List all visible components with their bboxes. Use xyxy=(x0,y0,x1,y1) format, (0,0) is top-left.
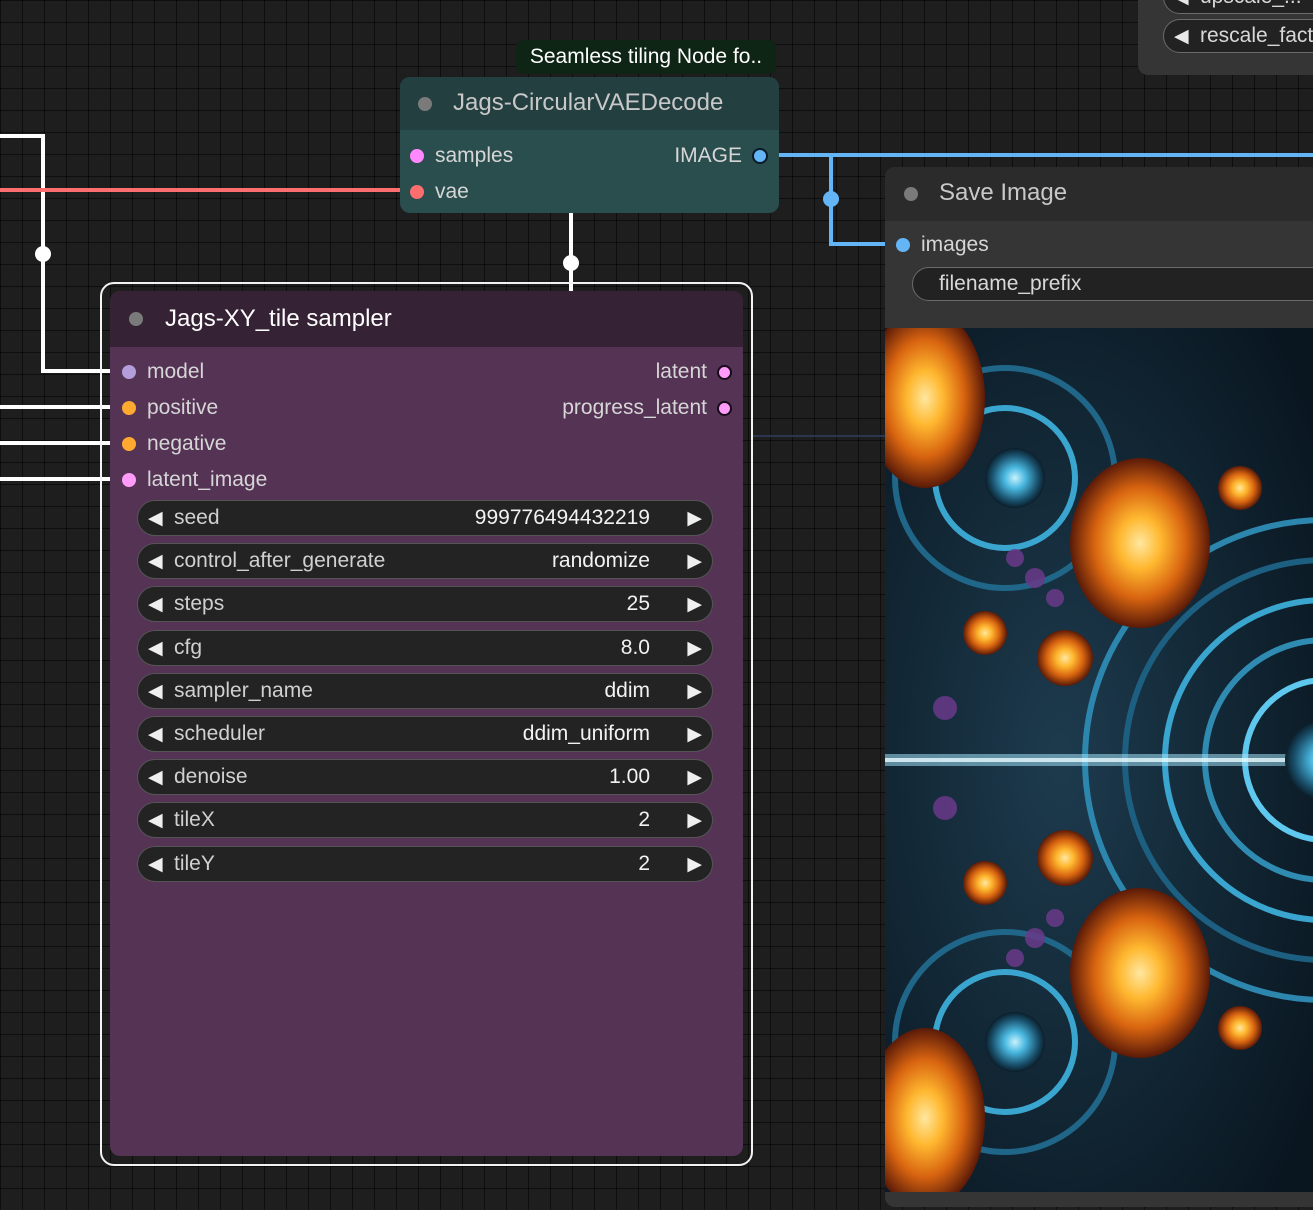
widget-value[interactable]: 999776494432219 xyxy=(475,506,650,530)
widget-label: tileX xyxy=(174,808,215,831)
triangle-right-icon[interactable]: ▶ xyxy=(687,593,702,616)
node-header[interactable]: Jags-XY_tile sampler xyxy=(110,291,743,347)
output-slot-progress-latent[interactable] xyxy=(717,401,732,416)
tiley-widget[interactable]: ◀ tileY 2 ▶ xyxy=(137,846,713,882)
node-title: Jags-XY_tile sampler xyxy=(165,305,392,332)
input-label-model: model xyxy=(147,360,205,383)
widget-value[interactable]: 2 xyxy=(638,852,650,876)
output-slot-image[interactable] xyxy=(752,148,768,164)
save-image-node[interactable]: Save Image images filename_prefix xyxy=(885,167,1313,1207)
collapse-icon[interactable] xyxy=(129,312,143,326)
input-slot-images[interactable] xyxy=(896,238,910,252)
widget-label: steps xyxy=(174,592,225,615)
triangle-right-icon[interactable]: ▶ xyxy=(687,680,702,703)
collapse-icon[interactable] xyxy=(904,187,918,201)
node-badge: Seamless tiling Node fo.. xyxy=(516,40,776,74)
widget-value[interactable]: 2 xyxy=(638,808,650,832)
input-label-vae: vae xyxy=(435,180,469,203)
triangle-right-icon[interactable]: ▶ xyxy=(687,723,702,746)
filename-prefix-widget[interactable]: filename_prefix xyxy=(912,267,1313,301)
tilex-widget[interactable]: ◀ tileX 2 ▶ xyxy=(137,802,713,838)
fractal-preview-image xyxy=(885,328,1313,1192)
output-label-progress-latent: progress_latent xyxy=(562,396,707,419)
widget-label: cfg xyxy=(174,636,203,659)
triangle-left-icon[interactable]: ◀ xyxy=(148,637,163,660)
widget-value[interactable]: ddim_uniform xyxy=(523,722,650,746)
widget-value[interactable]: 1.00 xyxy=(609,765,650,789)
control-after-generate-widget[interactable]: ◀ control_after_generate randomize ▶ xyxy=(137,543,713,579)
node-title: Jags-CircularVAEDecode xyxy=(453,89,724,116)
link-reroute-dot[interactable] xyxy=(823,191,839,207)
cfg-widget[interactable]: ◀ cfg 8.0 ▶ xyxy=(137,630,713,666)
widget-label: denoise xyxy=(174,765,248,788)
denoise-widget[interactable]: ◀ denoise 1.00 ▶ xyxy=(137,759,713,795)
widget-label: tileY xyxy=(174,852,215,875)
node-header[interactable]: Jags-CircularVAEDecode xyxy=(400,77,779,130)
input-slot-samples[interactable] xyxy=(410,149,424,163)
widget-value[interactable]: ddim xyxy=(604,679,650,703)
node-header[interactable]: Save Image xyxy=(885,167,1313,221)
output-label-image: IMAGE xyxy=(674,144,742,167)
link-reroute-dot[interactable] xyxy=(563,255,579,271)
steps-widget[interactable]: ◀ steps 25 ▶ xyxy=(137,586,713,622)
triangle-left-icon[interactable]: ◀ xyxy=(148,507,163,530)
widget-label: upscale_... xyxy=(1200,0,1302,9)
upscale-node[interactable]: ◀ upscale_... ◀ rescale_factor xyxy=(1138,0,1313,75)
triangle-left-icon[interactable]: ◀ xyxy=(148,593,163,616)
triangle-right-icon[interactable]: ▶ xyxy=(687,853,702,876)
seed-widget[interactable]: ◀ seed 999776494432219 ▶ xyxy=(137,500,713,536)
triangle-right-icon[interactable]: ▶ xyxy=(687,507,702,530)
input-label-positive: positive xyxy=(147,396,219,419)
input-label-images: images xyxy=(921,233,989,256)
vae-decode-node[interactable]: Jags-CircularVAEDecode samples vae IMAGE xyxy=(400,77,779,213)
rescale-factor-widget[interactable]: ◀ rescale_factor xyxy=(1163,19,1313,53)
triangle-left-icon[interactable]: ◀ xyxy=(148,809,163,832)
widget-value[interactable]: 25 xyxy=(627,592,650,616)
triangle-right-icon[interactable]: ▶ xyxy=(687,550,702,573)
input-label-negative: negative xyxy=(147,432,227,455)
collapse-icon[interactable] xyxy=(418,97,432,111)
triangle-left-icon[interactable]: ◀ xyxy=(148,853,163,876)
triangle-left-icon[interactable]: ◀ xyxy=(148,723,163,746)
triangle-left-icon[interactable]: ◀ xyxy=(148,766,163,789)
input-slot-negative[interactable] xyxy=(122,437,136,451)
widget-label: seed xyxy=(174,506,220,529)
input-slot-model[interactable] xyxy=(122,365,136,379)
output-slot-latent[interactable] xyxy=(717,365,732,380)
input-slot-vae[interactable] xyxy=(410,185,424,199)
triangle-left-icon[interactable]: ◀ xyxy=(148,550,163,573)
input-slot-latent-image[interactable] xyxy=(122,473,136,487)
triangle-left-icon[interactable]: ◀ xyxy=(1174,25,1189,48)
input-slot-positive[interactable] xyxy=(122,401,136,415)
widget-label: scheduler xyxy=(174,722,266,745)
link-model[interactable] xyxy=(0,134,112,373)
image-preview[interactable] xyxy=(885,328,1313,1192)
output-label-latent: latent xyxy=(655,360,707,383)
input-label-latent-image: latent_image xyxy=(147,468,268,491)
triangle-right-icon[interactable]: ▶ xyxy=(687,637,702,660)
triangle-right-icon[interactable]: ▶ xyxy=(687,766,702,789)
widget-label: filename_prefix xyxy=(939,272,1082,295)
upscale-method-widget[interactable]: ◀ upscale_... xyxy=(1163,0,1313,14)
widget-label: rescale_factor xyxy=(1200,24,1313,47)
triangle-left-icon[interactable]: ◀ xyxy=(148,680,163,703)
widget-label: control_after_generate xyxy=(174,549,386,572)
widget-label: sampler_name xyxy=(174,679,313,702)
link-reroute-dot[interactable] xyxy=(35,246,51,262)
triangle-right-icon[interactable]: ▶ xyxy=(687,809,702,832)
input-label-samples: samples xyxy=(435,144,514,167)
widget-value[interactable]: randomize xyxy=(552,549,650,573)
triangle-left-icon[interactable]: ◀ xyxy=(1174,0,1189,9)
scheduler-widget[interactable]: ◀ scheduler ddim_uniform ▶ xyxy=(137,716,713,752)
node-title: Save Image xyxy=(939,179,1068,206)
widget-value[interactable]: 8.0 xyxy=(621,636,650,660)
sampler-name-widget[interactable]: ◀ sampler_name ddim ▶ xyxy=(137,673,713,709)
